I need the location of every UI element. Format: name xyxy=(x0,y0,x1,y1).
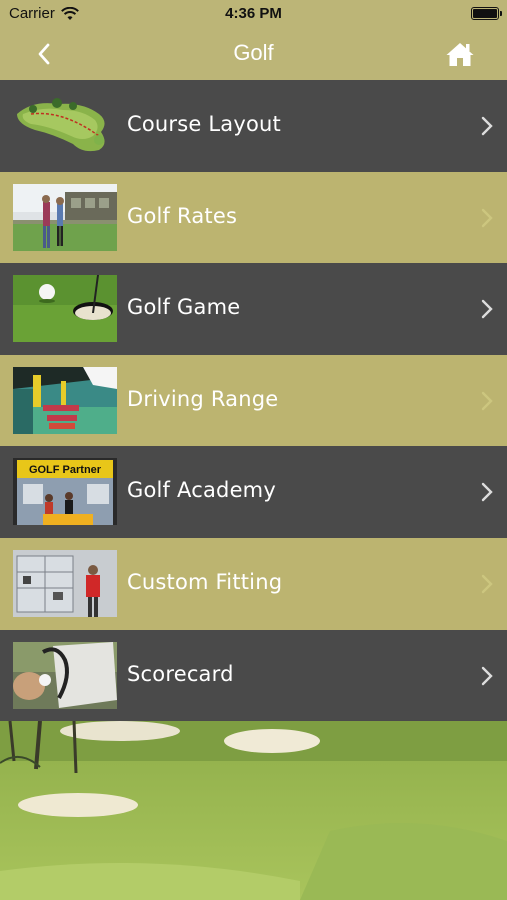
golf-rates-thumbnail xyxy=(13,183,117,251)
golf-academy-thumbnail: GOLF Partner xyxy=(13,458,117,526)
chevron-right-icon xyxy=(481,483,493,502)
chevron-right-icon xyxy=(481,116,493,136)
battery-icon xyxy=(471,7,502,20)
scorecard-thumbnail xyxy=(13,641,117,709)
menu-item-golf-rates[interactable]: Golf Rates xyxy=(0,171,507,264)
home-icon xyxy=(446,43,474,66)
chevron-right-icon xyxy=(481,299,493,319)
menu-item-label: Golf Rates xyxy=(127,203,238,228)
home-button[interactable] xyxy=(443,38,477,70)
menu-item-label: Golf Game xyxy=(127,295,241,320)
sign-text: GOLF Partner xyxy=(29,464,102,476)
chevron-right-icon xyxy=(481,574,493,594)
menu-item-golf-academy[interactable]: GOLF Partner Golf Academy xyxy=(0,446,507,538)
menu-item-course-layout[interactable]: Course Layout xyxy=(0,80,507,172)
driving-range-thumbnail xyxy=(13,366,117,434)
menu-item-driving-range[interactable]: Driving Range xyxy=(0,354,507,447)
menu-item-label: Golf Academy xyxy=(127,478,276,503)
chevron-right-icon xyxy=(481,391,493,410)
navigation-bar: Golf xyxy=(0,28,507,80)
custom-fitting-thumbnail xyxy=(13,549,117,617)
golf-course-background-image xyxy=(0,721,507,900)
menu-item-label: Driving Range xyxy=(127,386,279,411)
chevron-right-icon xyxy=(481,208,493,227)
menu-item-label: Scorecard xyxy=(127,661,234,686)
menu-item-golf-game[interactable]: Golf Game xyxy=(0,263,507,355)
page-title: Golf xyxy=(233,40,274,65)
chevron-right-icon xyxy=(481,666,493,685)
menu-item-label: Custom Fitting xyxy=(127,569,283,594)
menu-item-custom-fitting[interactable]: Custom Fitting xyxy=(0,537,507,630)
menu-item-scorecard[interactable]: Scorecard xyxy=(0,629,507,722)
status-bar: Carrier 4:36 PM xyxy=(0,0,507,28)
golf-menu-list: Course Layout Golf Rates Golf Game Drivi… xyxy=(0,80,507,722)
golf-game-thumbnail xyxy=(13,275,117,343)
course-layout-thumbnail xyxy=(13,92,117,159)
clock: 4:36 PM xyxy=(225,5,282,22)
menu-item-label: Course Layout xyxy=(127,112,281,136)
